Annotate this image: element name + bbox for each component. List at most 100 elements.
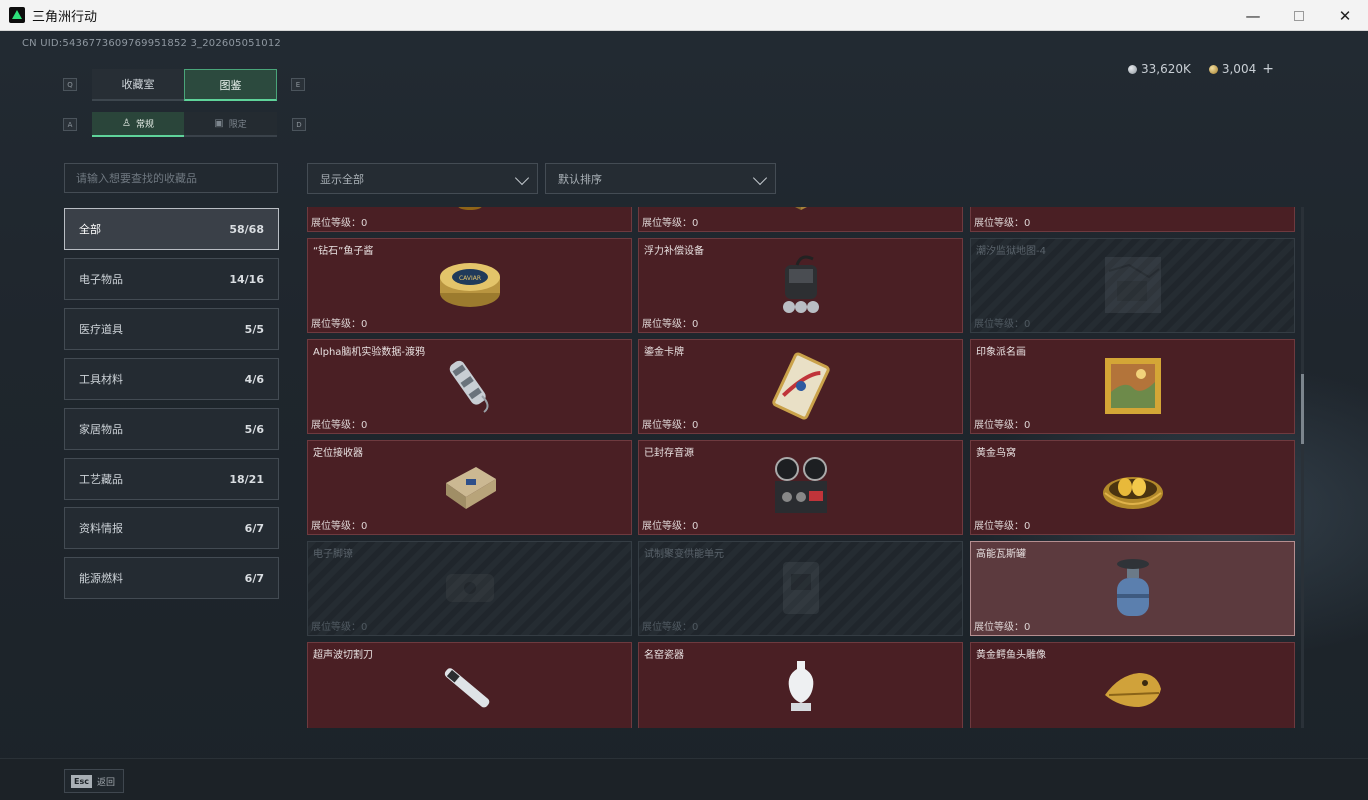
collection-card[interactable]: 已封存音源展位等级：0 — [638, 440, 963, 535]
collection-card[interactable]: 黄金鸟窝 展位等级：0 — [970, 440, 1295, 535]
category-label: 能源燃料 — [79, 572, 123, 585]
silver-coin-icon — [1128, 64, 1137, 74]
tab-next-key-hint: E — [291, 78, 305, 91]
category-label: 医疗道具 — [79, 323, 123, 336]
collection-card[interactable]: 鎏金卡牌 展位等级：0 — [638, 339, 963, 434]
collection-card[interactable]: 超声波切割刀 — [307, 642, 632, 728]
category-item-all[interactable]: 全部 58/68 — [64, 208, 279, 250]
chevron-down-icon — [752, 170, 768, 186]
collection-card[interactable]: 定位接收器 展位等级：0 — [307, 440, 632, 535]
card-display-level: 展位等级：0 — [974, 622, 1031, 633]
category-label: 工艺藏品 — [79, 473, 123, 486]
collection-card[interactable]: 试制聚变供能单元 展位等级：0 — [638, 541, 963, 636]
category-item-household[interactable]: 家居物品 5/6 — [64, 408, 279, 450]
collection-card[interactable]: 印象派名画 展位等级：0 — [970, 339, 1295, 434]
category-count: 14/16 — [229, 272, 264, 286]
subtab-next-key-hint: D — [292, 118, 306, 131]
silver-amount: 33,620K — [1141, 62, 1191, 76]
sort-dropdown[interactable]: 默认排序 — [545, 163, 776, 194]
category-count: 5/6 — [244, 422, 264, 436]
card-name: 电子脚镣 — [313, 549, 353, 560]
card-display-level: 展位等级：0 — [311, 521, 368, 532]
card-display-level: 展位等级：0 — [974, 420, 1031, 431]
maximize-button[interactable] — [1276, 0, 1322, 31]
collection-grid: 展位等级：0 展位等级：0 展位等级：0 CAVIAR “钻石”鱼子酱 展位等级：0 浮力补… — [307, 207, 1297, 728]
card-name: 名窑瓷器 — [644, 650, 684, 661]
card-name: 高能瓦斯罐 — [976, 549, 1026, 560]
category-label: 工具材料 — [79, 373, 123, 386]
collection-card[interactable]: 展位等级：0 — [307, 207, 632, 232]
category-label: 电子物品 — [79, 273, 123, 286]
back-button[interactable]: Esc 返回 — [64, 769, 124, 793]
add-currency-button[interactable]: + — [1262, 61, 1274, 77]
fusion-cell-icon — [767, 554, 835, 622]
game-viewport: CN UID:5436773609769951852 3_20260505101… — [0, 31, 1368, 800]
collection-card[interactable]: 浮力补偿设备 展位等级：0 — [638, 238, 963, 333]
search-input[interactable]: 请输入想要查找的收藏品 — [64, 163, 278, 193]
card-display-level: 展位等级：0 — [974, 319, 1031, 330]
category-item-medical[interactable]: 医疗道具 5/5 — [64, 308, 279, 350]
collection-card[interactable]: 黄金鳄鱼头雕像 — [970, 642, 1295, 728]
category-item-intel[interactable]: 资料情报 6/7 — [64, 507, 279, 549]
window-title: 三角洲行动 — [32, 9, 98, 25]
window-titlebar: 三角洲行动 — ✕ — [0, 0, 1368, 31]
image-icon: ▣ — [214, 118, 224, 129]
close-button[interactable]: ✕ — [1322, 0, 1368, 31]
scrollbar-thumb[interactable] — [1301, 374, 1304, 444]
category-item-electronics[interactable]: 电子物品 14/16 — [64, 258, 279, 300]
esc-key-hint: Esc — [71, 774, 92, 788]
card-name: 黄金鳄鱼头雕像 — [976, 650, 1046, 661]
collection-card[interactable]: Alpha脑机实验数据-渡鸦 展位等级：0 — [307, 339, 632, 434]
category-count: 4/6 — [244, 372, 264, 386]
card-display-level: 展位等级：0 — [642, 622, 699, 633]
chevron-down-icon — [514, 170, 530, 186]
category-item-tools[interactable]: 工具材料 4/6 — [64, 358, 279, 400]
collection-card[interactable]: 展位等级：0 — [970, 207, 1295, 232]
card-display-level: 展位等级：0 — [642, 521, 699, 532]
minimize-button[interactable]: — — [1230, 0, 1276, 31]
card-display-level: 展位等级：0 — [642, 420, 699, 431]
ultrasonic-cutter-icon — [436, 655, 504, 723]
card-name: “钻石”鱼子酱 — [313, 246, 374, 257]
card-name: 浮力补偿设备 — [644, 246, 704, 257]
golden-nest-icon — [1099, 453, 1167, 521]
collection-card[interactable]: 展位等级：0 — [638, 207, 963, 232]
card-display-level: 展位等级：0 — [311, 218, 368, 229]
sort-value: 默认排序 — [558, 172, 602, 186]
category-label: 资料情报 — [79, 522, 123, 535]
card-name: 试制聚变供能单元 — [644, 549, 724, 560]
tab-atlas[interactable]: 图鉴 — [184, 69, 277, 101]
category-count: 6/7 — [244, 571, 264, 585]
category-count: 58/68 — [229, 222, 264, 236]
subtab-normal[interactable]: ♙ 常规 — [92, 112, 184, 137]
card-display-level: 展位等级：0 — [311, 420, 368, 431]
subtab-normal-label: 常规 — [135, 120, 154, 130]
category-label: 家居物品 — [79, 423, 123, 436]
gilded-card-icon — [767, 352, 835, 420]
display-filter-dropdown[interactable]: 显示全部 — [307, 163, 538, 194]
category-item-energy[interactable]: 能源燃料 6/7 — [64, 557, 279, 599]
collection-card[interactable]: CAVIAR “钻石”鱼子酱 展位等级：0 — [307, 238, 632, 333]
gold-amount: 3,004 — [1221, 62, 1257, 76]
buoyancy-device-icon — [767, 251, 835, 319]
card-display-level: 展位等级：0 — [642, 218, 699, 229]
category-label: 全部 — [79, 223, 101, 236]
collection-card[interactable]: 潮汐监狱地图-4 展位等级：0 — [970, 238, 1295, 333]
card-display-level: 展位等级：0 — [974, 218, 1031, 229]
display-filter-value: 显示全部 — [320, 172, 364, 186]
chess-board-icon — [767, 207, 835, 218]
caviar-tin-icon: CAVIAR — [436, 251, 504, 319]
collection-card[interactable]: 高能瓦斯罐展位等级：0 — [970, 541, 1295, 636]
card-display-level: 展位等级：0 — [311, 622, 368, 633]
tab-collection-room[interactable]: 收藏室 — [92, 69, 184, 101]
data-canister-icon — [436, 352, 504, 420]
subtab-limited[interactable]: ▣ 限定 — [184, 112, 277, 137]
card-display-level: 展位等级：0 — [311, 319, 368, 330]
map-icon — [1099, 251, 1167, 319]
card-display-level: 展位等级：0 — [974, 521, 1031, 532]
category-item-crafts[interactable]: 工艺藏品 18/21 — [64, 458, 279, 500]
collection-card[interactable]: 电子脚镣展位等级：0 — [307, 541, 632, 636]
card-name: 已封存音源 — [644, 448, 694, 459]
grid-scrollbar[interactable] — [1301, 207, 1304, 728]
collection-card[interactable]: 名窑瓷器 — [638, 642, 963, 728]
